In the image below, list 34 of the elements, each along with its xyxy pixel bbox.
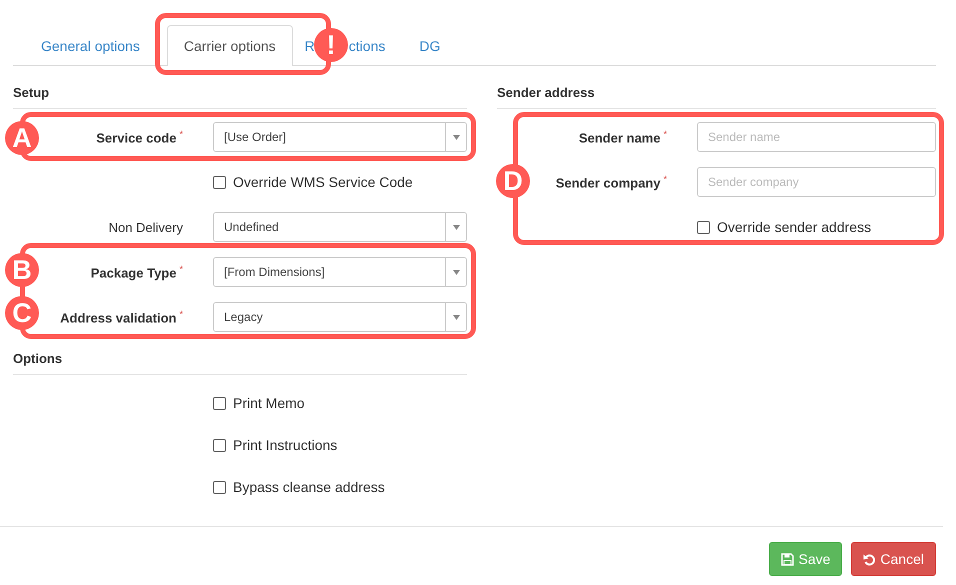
caret-icon [452, 134, 460, 140]
undo-icon [863, 552, 876, 566]
section-title: Setup [13, 85, 50, 100]
tab[interactable]: DG [402, 25, 458, 66]
tab[interactable]: Carrier options [166, 25, 293, 66]
field-label: Package Type $^{*}$ [90, 264, 184, 280]
tab[interactable]: General options [24, 25, 157, 66]
select-field[interactable]: Undefined [213, 212, 467, 242]
field-label: Non Delivery [108, 220, 184, 234]
checkbox-option[interactable]: Override sender address [697, 219, 936, 235]
callout-marker: A [5, 121, 39, 155]
field-label: Address validation $^{*}$ [60, 308, 184, 326]
cancel-button[interactable]: Cancel [851, 542, 936, 576]
caret-icon [452, 224, 460, 230]
caret-icon [452, 270, 460, 274]
select-field[interactable]: Legacy [213, 302, 467, 332]
section-title: Options [13, 351, 62, 366]
select-field[interactable]: [Use Order] [213, 122, 467, 152]
caret-icon [452, 314, 460, 320]
callout-marker: C [5, 296, 39, 330]
checkbox-option[interactable]: Bypass cleanse address [213, 479, 467, 495]
field-label: Sender company $^{*}$ [556, 174, 668, 190]
select-field[interactable]: [From Dimensions] [213, 257, 467, 287]
field-label: Sender name $^{*}$ [578, 128, 668, 146]
checkbox-option[interactable]: Override WMS Service Code [213, 174, 467, 190]
section-title: Sender address [497, 85, 595, 100]
field-label: Service code $^{*}$ [96, 128, 184, 146]
text-field[interactable]: Sender name [697, 122, 936, 152]
callout-marker: ! [314, 28, 348, 62]
callout-marker: D [496, 164, 530, 198]
checkbox-option[interactable]: Print Instructions [213, 437, 467, 453]
checkbox-option[interactable]: Print Memo [213, 395, 467, 411]
text-field[interactable]: Sender company [697, 167, 936, 197]
callout-marker: B [5, 253, 39, 287]
